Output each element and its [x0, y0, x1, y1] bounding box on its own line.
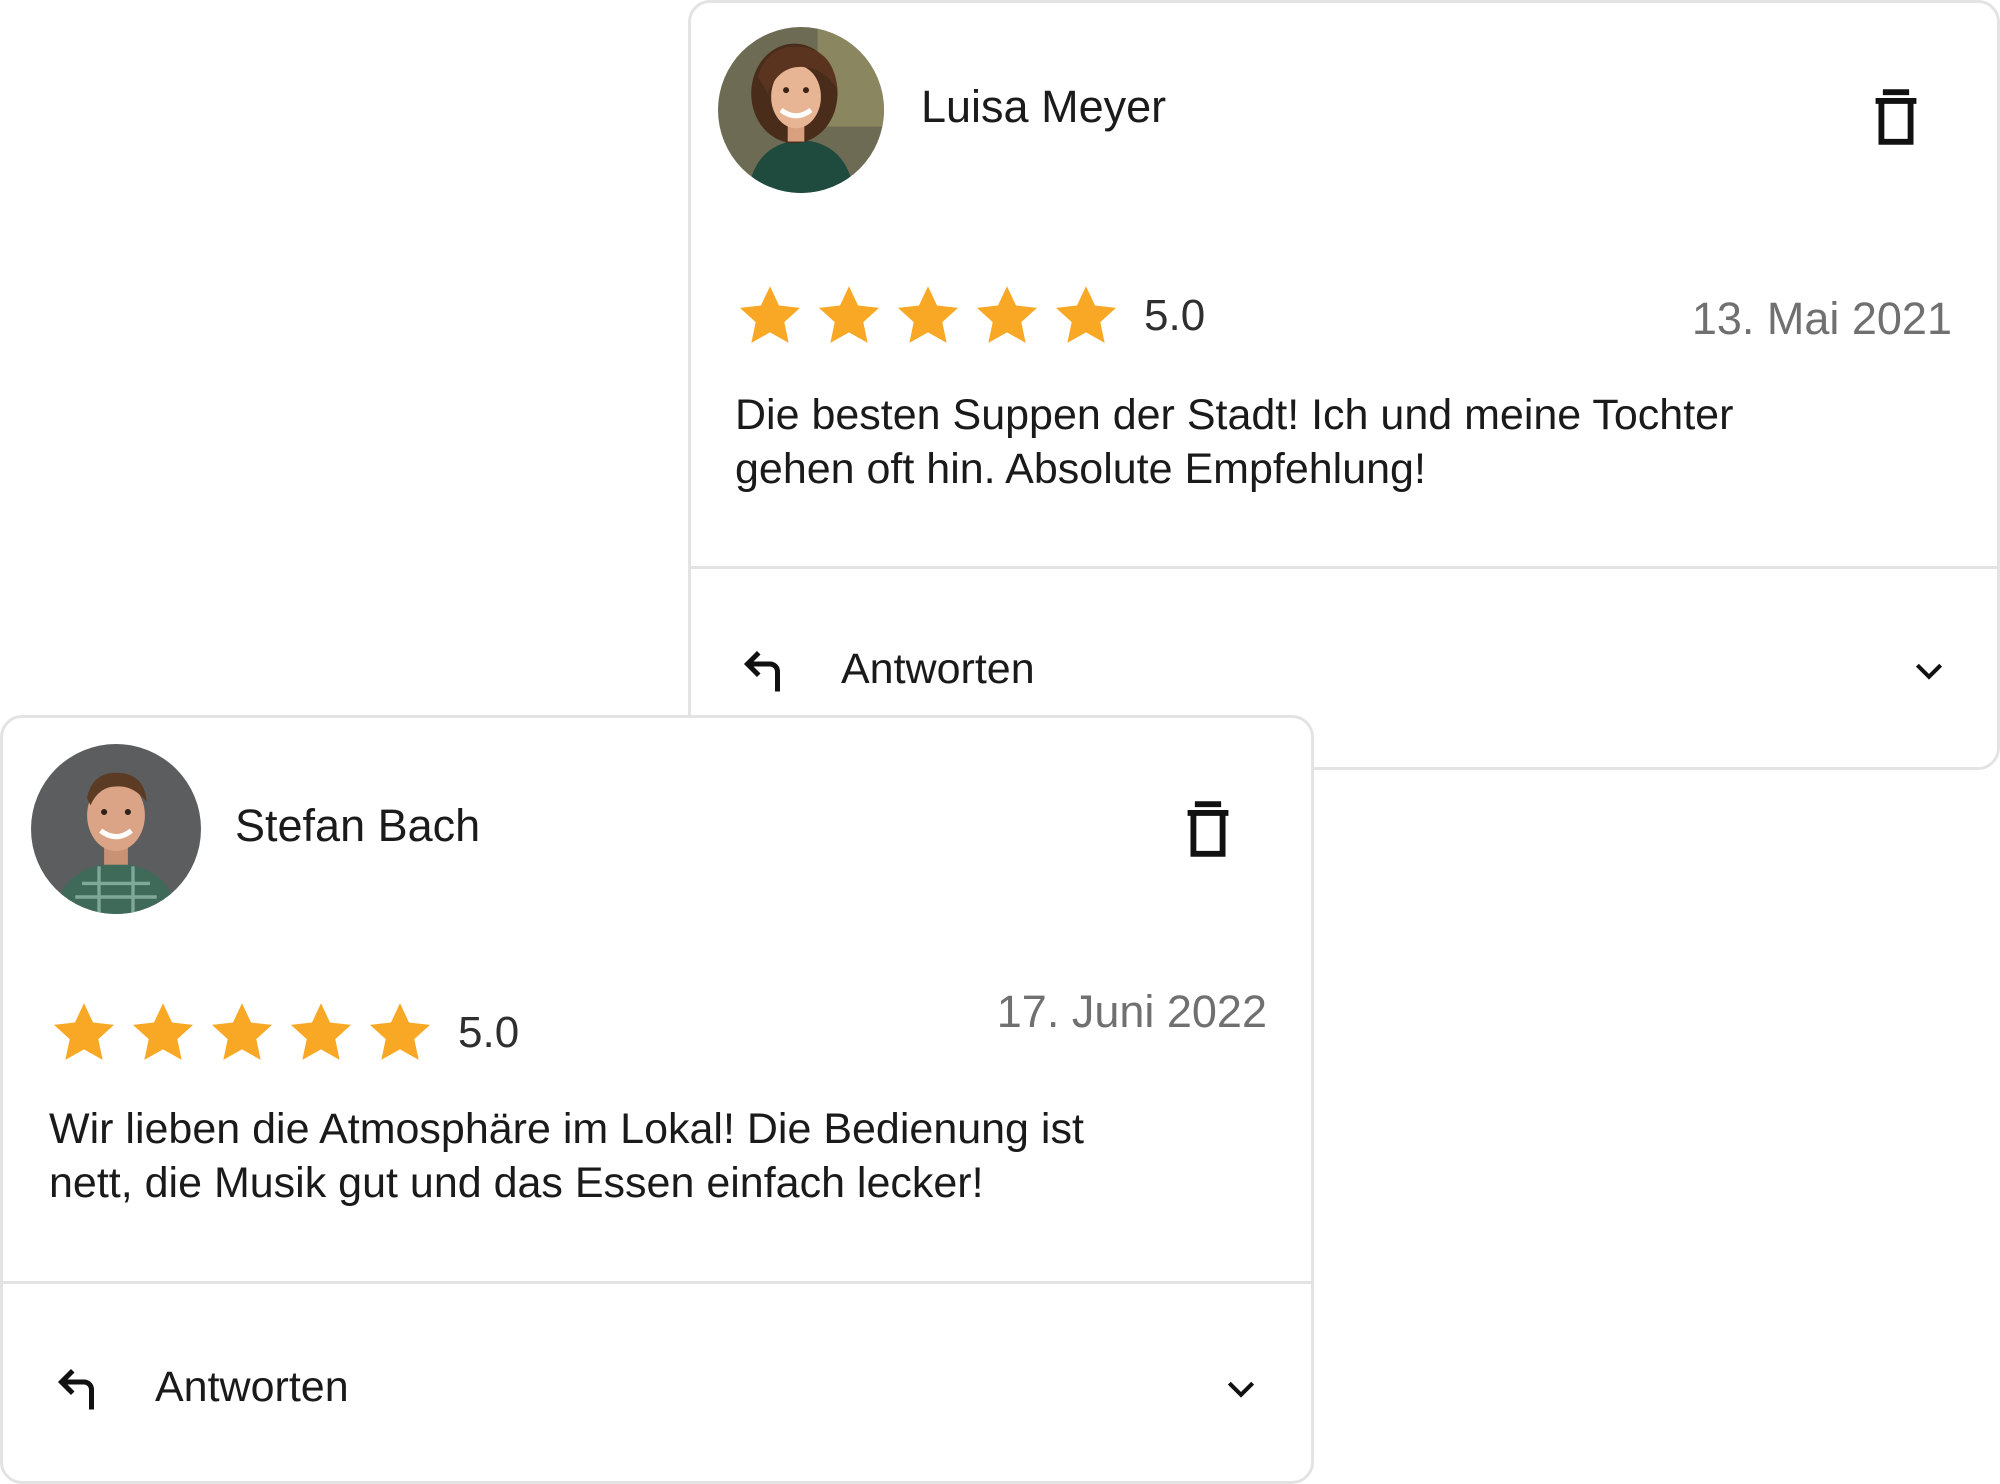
- review-text: Die besten Suppen der Stadt! Ich und mei…: [735, 391, 1734, 493]
- review-date: 17. Juni 2022: [996, 986, 1267, 1037]
- avatar: [31, 744, 201, 914]
- reviewer-name: Luisa Meyer: [921, 81, 1167, 132]
- star-icon: [814, 281, 884, 351]
- review-text: Wir lieben die Atmosphäre im Lokal! Die …: [49, 1105, 1084, 1207]
- trash-icon[interactable]: [1861, 82, 1931, 152]
- star-icon: [972, 281, 1042, 351]
- star-icon: [365, 998, 435, 1068]
- star-rating: 5.0: [735, 281, 1205, 351]
- rating-score: 5.0: [1144, 291, 1206, 340]
- star-icon: [207, 998, 277, 1068]
- review-date: 13. Mai 2021: [1691, 293, 1952, 344]
- reviewer-name: Stefan Bach: [235, 800, 481, 851]
- reply-row[interactable]: Antworten: [3, 1351, 1311, 1431]
- reply-arrow-icon[interactable]: [49, 1357, 109, 1417]
- star-icon: [128, 998, 198, 1068]
- star-icon: [893, 281, 963, 351]
- star-icon: [286, 998, 356, 1068]
- star-icon: [1051, 281, 1121, 351]
- review-card: Luisa Meyer 5.0 13. Mai 2021 Die besten …: [688, 0, 2000, 770]
- reply-arrow-icon[interactable]: [735, 639, 795, 699]
- star-icon: [49, 998, 119, 1068]
- star-rating: 5.0: [49, 998, 519, 1068]
- divider: [691, 566, 1997, 569]
- star-icon: [735, 281, 805, 351]
- reply-button[interactable]: Antworten: [841, 645, 1035, 694]
- chevron-down-icon[interactable]: [1909, 651, 1949, 691]
- chevron-down-icon[interactable]: [1221, 1369, 1261, 1409]
- avatar: [718, 27, 884, 193]
- reply-button[interactable]: Antworten: [155, 1363, 349, 1412]
- reply-row[interactable]: Antworten: [691, 633, 1997, 713]
- rating-score: 5.0: [458, 1008, 520, 1057]
- divider: [3, 1281, 1311, 1284]
- trash-icon[interactable]: [1173, 794, 1243, 864]
- review-card: Stefan Bach 5.0 17. Juni 2022 Wir lieben…: [0, 715, 1314, 1484]
